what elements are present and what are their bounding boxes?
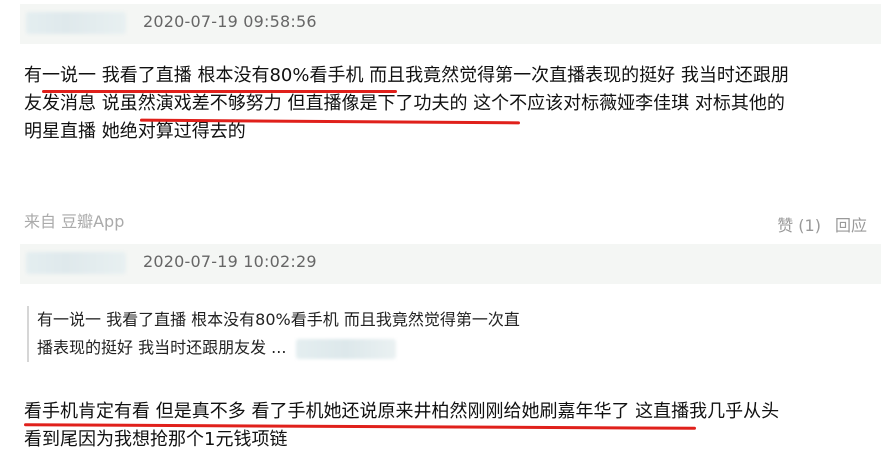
- comment-timestamp: 2020-07-19 10:02:29: [143, 252, 317, 271]
- quoted-user-avatar[interactable]: [296, 338, 397, 359]
- annotation-underline: [42, 90, 397, 93]
- quote-line-wrapper: 播表现的挺好 我当时还跟朋友发 ...: [37, 334, 597, 362]
- comment-timestamp: 2020-07-19 09:58:56: [143, 12, 317, 31]
- comment-source: 来自 豆瓣App: [24, 212, 125, 231]
- reply-button[interactable]: 回应: [835, 212, 867, 236]
- comment-line: 友发消息 说虽然演戏差不够努力 但直播像是下了功夫的 这个不应该对标薇娅李佳琪 …: [24, 93, 785, 114]
- avatar[interactable]: [26, 252, 126, 274]
- avatar[interactable]: [26, 12, 126, 34]
- comment-header: 2020-07-19 09:58:56: [20, 4, 881, 44]
- comment-line: 看手机肯定有看 但是真不多 看了手机她还说原来井柏然刚刚给她刷嘉年华了 这直播我…: [24, 401, 780, 422]
- quote-line: 有一说一 我看了直播 根本没有80%看手机 而且我竟然觉得第一次直: [37, 310, 520, 329]
- quoted-reply: 有一说一 我看了直播 根本没有80%看手机 而且我竟然觉得第一次直 播表现的挺好…: [27, 306, 597, 362]
- comment-line: 看到尾因为我想抢那个1元钱项链: [24, 429, 288, 450]
- comment-actions: 赞 (1) 回应: [777, 212, 867, 236]
- comment-header: 2020-07-19 10:02:29: [20, 244, 881, 284]
- like-button[interactable]: 赞 (1): [777, 212, 821, 236]
- comment-line: 有一说一 我看了直播 根本没有80%看手机 而且我竟然觉得第一次直播表现的挺好 …: [24, 65, 789, 86]
- comment-body: 有一说一 我看了直播 根本没有80%看手机 而且我竟然觉得第一次直播表现的挺好 …: [24, 62, 869, 146]
- quote-line: 播表现的挺好 我当时还跟朋友发 ...: [37, 338, 287, 357]
